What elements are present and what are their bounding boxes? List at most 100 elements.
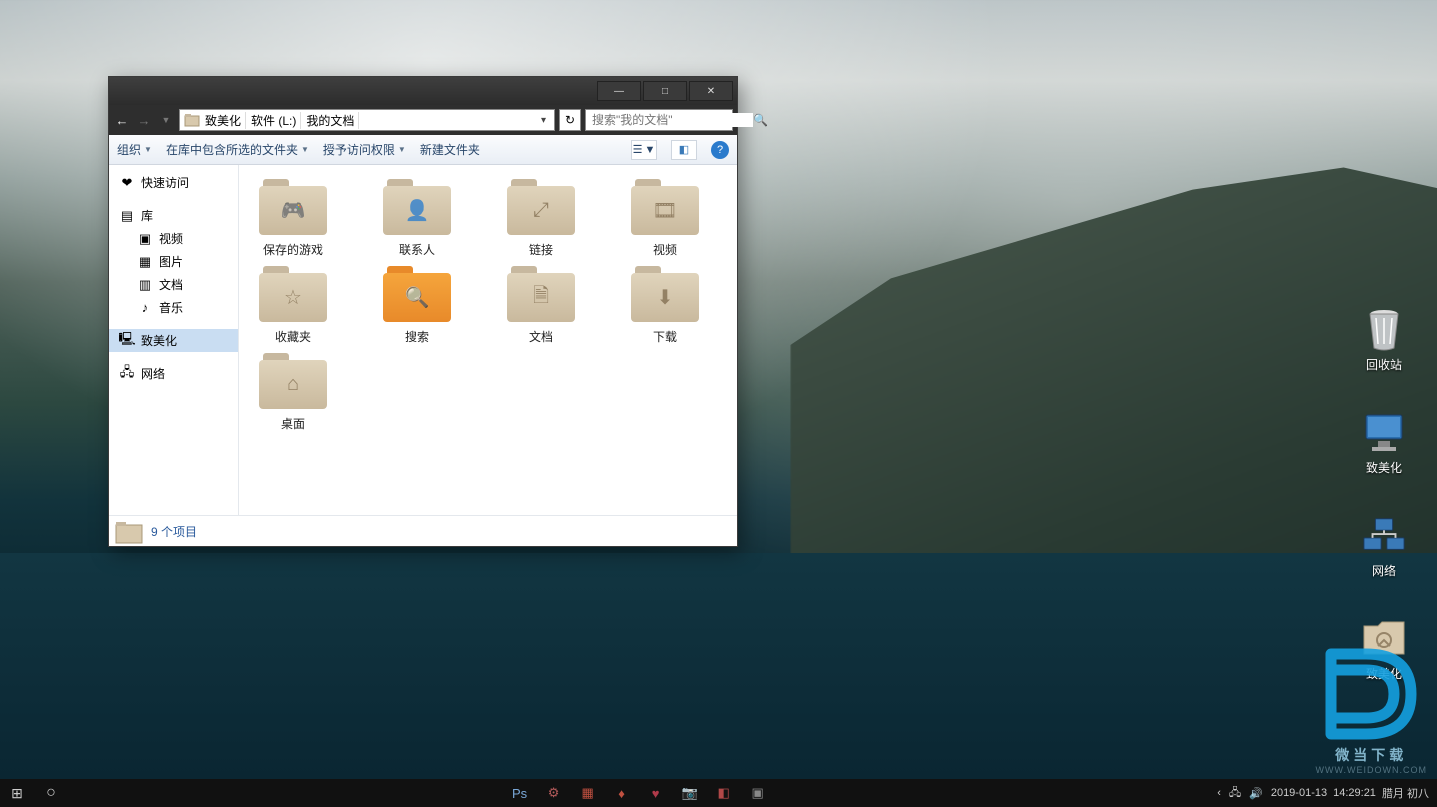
search-input[interactable]	[586, 113, 753, 127]
refresh-button[interactable]: ↻	[559, 109, 581, 131]
folder-label: 保存的游戏	[263, 241, 323, 258]
toolbar-organize[interactable]: 组织▼	[117, 141, 152, 158]
folder-label: 桌面	[281, 415, 305, 432]
folder-item-desktop[interactable]: ⌂ 桌面	[247, 353, 339, 432]
sidebar: ❤快速访问▤库▣视频▦图片▥文档♪音乐🖳致美化🖧网络	[109, 165, 239, 515]
folder-item-videos[interactable]: 🎞视频	[619, 179, 711, 258]
folder-item-links[interactable]: ⤢ 链接	[495, 179, 587, 258]
taskbar-app-jd[interactable]: ♦	[605, 779, 639, 807]
taskbar-app-grid[interactable]: ▦	[571, 779, 605, 807]
nav-back-button[interactable]: ←	[113, 113, 131, 128]
toolbar-view-button[interactable]: ☰▼	[631, 140, 657, 160]
taskbar-app-gear[interactable]: ⚙	[537, 779, 571, 807]
folder-label: 链接	[529, 241, 553, 258]
clock-date: 2019-01-13	[1271, 787, 1327, 799]
lib-music-icon: ♪	[137, 300, 153, 316]
taskbar: ⊞ ○ Ps⚙▦♦♥📷◧▣ ‹ 🖧 🔊 2019-01-13 14:29:21 …	[0, 779, 1437, 807]
tray-overflow-button[interactable]: ‹	[1217, 787, 1221, 799]
desktop-icon-themed-pc[interactable]: 致美化	[1349, 411, 1419, 476]
folder-icon	[184, 113, 200, 127]
lib-documents-icon: ▥	[137, 277, 153, 293]
folder-icon	[115, 520, 143, 544]
search-icon[interactable]: 🔍	[753, 113, 768, 127]
toolbar-newfolder[interactable]: 新建文件夹	[420, 141, 480, 158]
explorer-window: — □ ✕ ← → ▼ 致美化 软件 (L:) 我的文档 ▾ ↻ 🔍 组织▼ 在…	[108, 76, 738, 547]
folder-icon: ⌂	[259, 353, 327, 409]
taskview-button[interactable]: ○	[34, 779, 68, 807]
folder-icon: ⤢	[507, 179, 575, 235]
sidebar-item-libraries[interactable]: ▤库	[109, 204, 238, 227]
taskbar-app-app8[interactable]: ▣	[741, 779, 775, 807]
close-button[interactable]: ✕	[689, 81, 733, 101]
taskbar-app-app7[interactable]: ◧	[707, 779, 741, 807]
taskbar-clock[interactable]: 2019-01-13 14:29:21 腊月 初八	[1271, 785, 1429, 801]
folder-icon: ⬇	[631, 266, 699, 322]
tray-volume-icon[interactable]: 🔊	[1249, 787, 1263, 800]
folder-label: 下载	[653, 328, 677, 345]
folder-icon: 👤	[383, 179, 451, 235]
breadcrumb[interactable]: 致美化 软件 (L:) 我的文档 ▾	[179, 109, 555, 131]
start-button[interactable]: ⊞	[0, 779, 34, 807]
desktop-icon-network[interactable]: 网络	[1349, 514, 1419, 579]
folder-item-favorites[interactable]: ☆收藏夹	[247, 266, 339, 345]
clock-time: 14:29:21	[1333, 787, 1376, 799]
taskbar-app-camera[interactable]: 📷	[673, 779, 707, 807]
desktop-icon-label: 致美化	[1366, 459, 1402, 476]
address-bar: ← → ▼ 致美化 软件 (L:) 我的文档 ▾ ↻ 🔍	[109, 105, 737, 135]
minimize-button[interactable]: —	[597, 81, 641, 101]
folder-item-downloads[interactable]: ⬇ 下载	[619, 266, 711, 345]
system-tray: ‹ 🖧 🔊 2019-01-13 14:29:21 腊月 初八	[1209, 784, 1437, 803]
wallpaper-water	[0, 553, 1437, 779]
breadcrumb-seg-0[interactable]: 致美化	[201, 112, 246, 129]
sidebar-item-lib-video[interactable]: ▣视频	[109, 227, 238, 250]
desktop-icon-label: 网络	[1372, 562, 1396, 579]
sidebar-item-network[interactable]: 🖧网络	[109, 362, 238, 385]
folder-item-contacts[interactable]: 👤 联系人	[371, 179, 463, 258]
folder-label: 联系人	[399, 241, 435, 258]
folder-item-saved-games[interactable]: 🎮保存的游戏	[247, 179, 339, 258]
sidebar-item-label: 网络	[141, 365, 165, 382]
status-text: 9 个项目	[151, 523, 197, 540]
toolbar-grant[interactable]: 授予访问权限▼	[323, 141, 406, 158]
toolbar-help-button[interactable]: ?	[711, 141, 729, 159]
folder-label: 收藏夹	[275, 328, 311, 345]
nav-forward-button[interactable]: →	[135, 113, 153, 128]
folder-item-documents[interactable]: 🗎文档	[495, 266, 587, 345]
sidebar-item-lib-documents[interactable]: ▥ 文档	[109, 273, 238, 296]
clock-lunar: 腊月 初八	[1382, 785, 1429, 801]
folder-icon: 🔍	[383, 266, 451, 322]
desktop-icon-label: 回收站	[1366, 356, 1402, 373]
folder-label: 视频	[653, 241, 677, 258]
sidebar-item-label: 文档	[159, 276, 183, 293]
this-pc-icon: 🖳	[119, 333, 135, 349]
nav-recent-button[interactable]: ▼	[157, 115, 175, 125]
quick-access-icon: ❤	[119, 175, 135, 191]
sidebar-item-label: 库	[141, 207, 153, 224]
breadcrumb-seg-2[interactable]: 我的文档	[302, 112, 359, 129]
watermark-title: 微当下载	[1335, 745, 1407, 765]
tray-network-icon[interactable]: 🖧	[1229, 784, 1241, 803]
titlebar[interactable]: — □ ✕	[109, 77, 737, 105]
breadcrumb-dropdown[interactable]: ▾	[537, 115, 550, 126]
sidebar-item-quick-access[interactable]: ❤ 快速访问	[109, 171, 238, 194]
taskbar-app-ps[interactable]: Ps	[503, 779, 537, 807]
maximize-button[interactable]: □	[643, 81, 687, 101]
toolbar-preview-button[interactable]: ◧	[671, 140, 697, 160]
toolbar: 组织▼ 在库中包含所选的文件夹▼ 授予访问权限▼ 新建文件夹 ☰▼ ◧ ?	[109, 135, 737, 165]
folder-item-searches[interactable]: 🔍搜索	[371, 266, 463, 345]
sidebar-item-label: 快速访问	[141, 174, 189, 191]
search-box[interactable]: 🔍	[585, 109, 733, 131]
taskbar-apps: Ps⚙▦♦♥📷◧▣	[68, 779, 1209, 807]
sidebar-item-label: 音乐	[159, 299, 183, 316]
breadcrumb-seg-1[interactable]: 软件 (L:)	[247, 112, 301, 129]
sidebar-item-this-pc[interactable]: 🖳致美化	[109, 329, 238, 352]
sidebar-item-lib-music[interactable]: ♪ 音乐	[109, 296, 238, 319]
taskbar-app-heart[interactable]: ♥	[639, 779, 673, 807]
toolbar-include[interactable]: 在库中包含所选的文件夹▼	[166, 141, 309, 158]
sidebar-item-lib-pictures[interactable]: ▦图片	[109, 250, 238, 273]
sidebar-item-label: 视频	[159, 230, 183, 247]
libraries-icon: ▤	[119, 208, 135, 224]
desktop-icon-recycle-bin[interactable]: 回收站	[1349, 308, 1419, 373]
statusbar: 9 个项目	[109, 515, 737, 547]
content-pane[interactable]: 🎮保存的游戏 👤 联系人 ⤢ 链接 🎞视频 ☆收藏夹 🔍搜索 🗎文档 ⬇ 下载 ⌂ 桌面	[239, 165, 737, 515]
